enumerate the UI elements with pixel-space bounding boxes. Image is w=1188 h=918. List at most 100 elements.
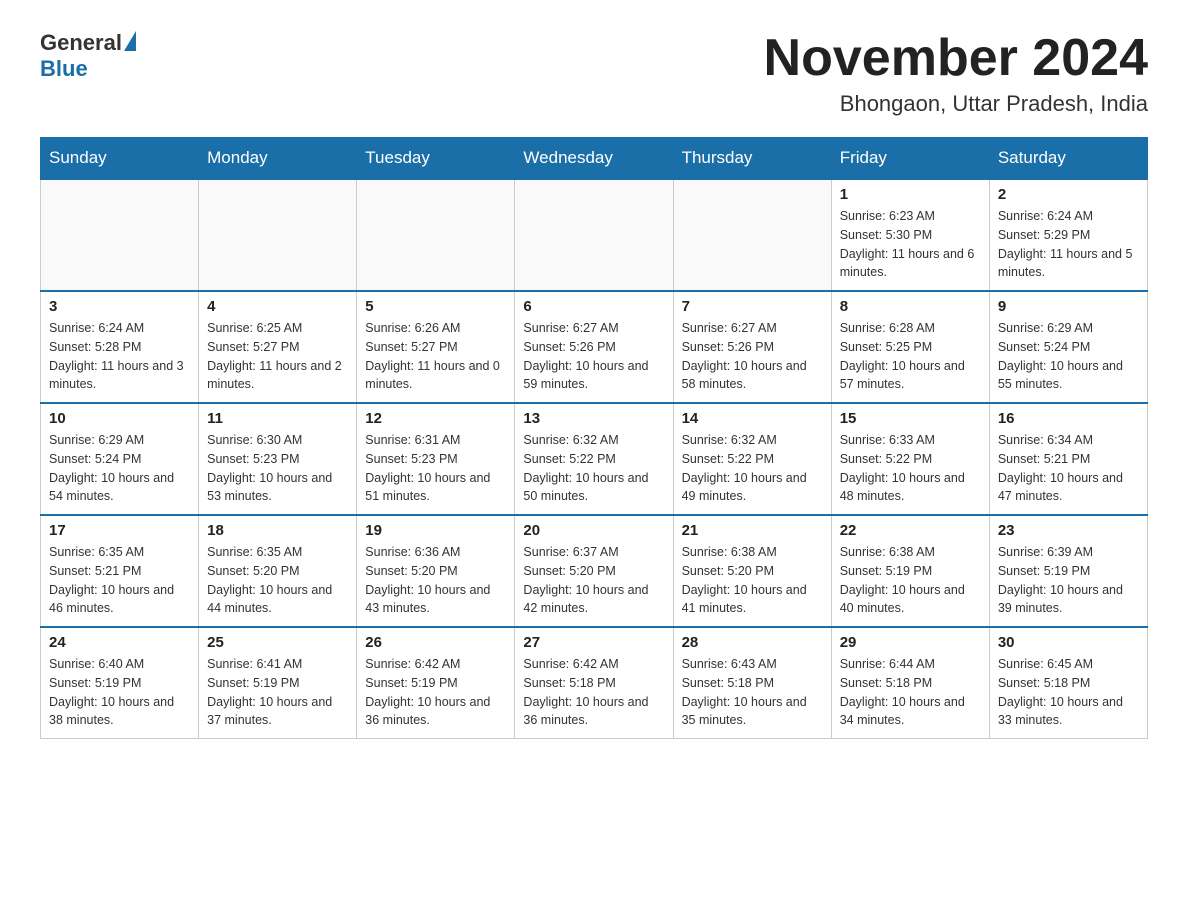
calendar-cell: 22 Sunrise: 6:38 AMSunset: 5:19 PMDayligh… (831, 515, 989, 627)
day-info: Sunrise: 6:24 AMSunset: 5:29 PMDaylight:… (998, 207, 1139, 282)
calendar-cell: 28 Sunrise: 6:43 AMSunset: 5:18 PMDayligh… (673, 627, 831, 739)
calendar-cell: 15 Sunrise: 6:33 AMSunset: 5:22 PMDayligh… (831, 403, 989, 515)
weekday-header-saturday: Saturday (989, 138, 1147, 180)
week-row-2: 3 Sunrise: 6:24 AMSunset: 5:28 PMDaylight… (41, 291, 1148, 403)
week-row-3: 10 Sunrise: 6:29 AMSunset: 5:24 PMDayligh… (41, 403, 1148, 515)
day-number: 21 (682, 522, 823, 539)
calendar-table: SundayMondayTuesdayWednesdayThursdayFrid… (40, 137, 1148, 739)
day-number: 27 (523, 634, 664, 651)
day-number: 6 (523, 298, 664, 315)
logo: General Blue (40, 30, 136, 82)
day-info: Sunrise: 6:35 AMSunset: 5:20 PMDaylight:… (207, 543, 348, 618)
day-number: 29 (840, 634, 981, 651)
month-title: November 2024 (764, 30, 1148, 87)
day-number: 4 (207, 298, 348, 315)
calendar-cell: 5 Sunrise: 6:26 AMSunset: 5:27 PMDaylight… (357, 291, 515, 403)
calendar-cell (515, 179, 673, 291)
day-info: Sunrise: 6:32 AMSunset: 5:22 PMDaylight:… (682, 431, 823, 506)
day-number: 19 (365, 522, 506, 539)
calendar-cell: 9Sunrise: 6:29 AMSunset: 5:24 PMDaylight… (989, 291, 1147, 403)
day-info: Sunrise: 6:45 AMSunset: 5:18 PMDaylight:… (998, 655, 1139, 730)
day-info: Sunrise: 6:34 AMSunset: 5:21 PMDaylight:… (998, 431, 1139, 506)
calendar-cell (357, 179, 515, 291)
calendar-cell: 29 Sunrise: 6:44 AMSunset: 5:18 PMDayligh… (831, 627, 989, 739)
day-info: Sunrise: 6:39 AMSunset: 5:19 PMDaylight:… (998, 543, 1139, 618)
weekday-header-wednesday: Wednesday (515, 138, 673, 180)
calendar-cell: 11 Sunrise: 6:30 AMSunset: 5:23 PMDayligh… (199, 403, 357, 515)
day-number: 15 (840, 410, 981, 427)
day-info: Sunrise: 6:42 AMSunset: 5:18 PMDaylight:… (523, 655, 664, 730)
calendar-cell (199, 179, 357, 291)
calendar-cell: 23 Sunrise: 6:39 AMSunset: 5:19 PMDayligh… (989, 515, 1147, 627)
calendar-cell: 25 Sunrise: 6:41 AMSunset: 5:19 PMDayligh… (199, 627, 357, 739)
calendar-cell: 21 Sunrise: 6:38 AMSunset: 5:20 PMDayligh… (673, 515, 831, 627)
day-info: Sunrise: 6:40 AMSunset: 5:19 PMDaylight:… (49, 655, 190, 730)
day-info: Sunrise: 6:44 AMSunset: 5:18 PMDaylight:… (840, 655, 981, 730)
calendar-cell: 19 Sunrise: 6:36 AMSunset: 5:20 PMDayligh… (357, 515, 515, 627)
day-info: Sunrise: 6:27 AMSunset: 5:26 PMDaylight:… (523, 319, 664, 394)
day-number: 24 (49, 634, 190, 651)
day-number: 12 (365, 410, 506, 427)
calendar-cell: 24 Sunrise: 6:40 AMSunset: 5:19 PMDayligh… (41, 627, 199, 739)
day-number: 11 (207, 410, 348, 427)
day-number: 2 (998, 186, 1139, 203)
week-row-5: 24 Sunrise: 6:40 AMSunset: 5:19 PMDayligh… (41, 627, 1148, 739)
day-info: Sunrise: 6:37 AMSunset: 5:20 PMDaylight:… (523, 543, 664, 618)
title-section: November 2024 Bhongaon, Uttar Pradesh, I… (764, 30, 1148, 117)
day-number: 13 (523, 410, 664, 427)
day-info: Sunrise: 6:33 AMSunset: 5:22 PMDaylight:… (840, 431, 981, 506)
weekday-header-tuesday: Tuesday (357, 138, 515, 180)
day-info: Sunrise: 6:31 AMSunset: 5:23 PMDaylight:… (365, 431, 506, 506)
calendar-cell: 8Sunrise: 6:28 AMSunset: 5:25 PMDaylight… (831, 291, 989, 403)
day-number: 22 (840, 522, 981, 539)
calendar-cell: 7 Sunrise: 6:27 AMSunset: 5:26 PMDaylight… (673, 291, 831, 403)
calendar-cell: 14Sunrise: 6:32 AMSunset: 5:22 PMDayligh… (673, 403, 831, 515)
day-info: Sunrise: 6:38 AMSunset: 5:20 PMDaylight:… (682, 543, 823, 618)
logo-general-text: General (40, 30, 122, 56)
day-info: Sunrise: 6:43 AMSunset: 5:18 PMDaylight:… (682, 655, 823, 730)
calendar-cell: 16 Sunrise: 6:34 AMSunset: 5:21 PMDayligh… (989, 403, 1147, 515)
calendar-cell: 17Sunrise: 6:35 AMSunset: 5:21 PMDayligh… (41, 515, 199, 627)
day-info: Sunrise: 6:30 AMSunset: 5:23 PMDaylight:… (207, 431, 348, 506)
weekday-header-sunday: Sunday (41, 138, 199, 180)
day-number: 30 (998, 634, 1139, 651)
day-info: Sunrise: 6:29 AMSunset: 5:24 PMDaylight:… (49, 431, 190, 506)
day-number: 7 (682, 298, 823, 315)
calendar-cell: 18 Sunrise: 6:35 AMSunset: 5:20 PMDayligh… (199, 515, 357, 627)
calendar-header-row: SundayMondayTuesdayWednesdayThursdayFrid… (41, 138, 1148, 180)
day-info: Sunrise: 6:32 AMSunset: 5:22 PMDaylight:… (523, 431, 664, 506)
calendar-cell: 13 Sunrise: 6:32 AMSunset: 5:22 PMDayligh… (515, 403, 673, 515)
logo-triangle-icon (124, 31, 136, 51)
day-info: Sunrise: 6:26 AMSunset: 5:27 PMDaylight:… (365, 319, 506, 394)
calendar-cell: 4Sunrise: 6:25 AMSunset: 5:27 PMDaylight… (199, 291, 357, 403)
calendar-cell: 30 Sunrise: 6:45 AMSunset: 5:18 PMDayligh… (989, 627, 1147, 739)
day-number: 5 (365, 298, 506, 315)
day-info: Sunrise: 6:27 AMSunset: 5:26 PMDaylight:… (682, 319, 823, 394)
calendar-cell: 27 Sunrise: 6:42 AMSunset: 5:18 PMDayligh… (515, 627, 673, 739)
calendar-cell (41, 179, 199, 291)
day-number: 10 (49, 410, 190, 427)
day-info: Sunrise: 6:36 AMSunset: 5:20 PMDaylight:… (365, 543, 506, 618)
day-number: 28 (682, 634, 823, 651)
weekday-header-thursday: Thursday (673, 138, 831, 180)
logo-blue-text: Blue (40, 56, 88, 82)
day-number: 16 (998, 410, 1139, 427)
calendar-cell: 1Sunrise: 6:23 AMSunset: 5:30 PMDaylight… (831, 179, 989, 291)
calendar-cell: 2 Sunrise: 6:24 AMSunset: 5:29 PMDaylight… (989, 179, 1147, 291)
day-info: Sunrise: 6:41 AMSunset: 5:19 PMDaylight:… (207, 655, 348, 730)
day-info: Sunrise: 6:42 AMSunset: 5:19 PMDaylight:… (365, 655, 506, 730)
day-number: 23 (998, 522, 1139, 539)
day-info: Sunrise: 6:38 AMSunset: 5:19 PMDaylight:… (840, 543, 981, 618)
day-info: Sunrise: 6:29 AMSunset: 5:24 PMDaylight:… (998, 319, 1139, 394)
calendar-cell: 10 Sunrise: 6:29 AMSunset: 5:24 PMDayligh… (41, 403, 199, 515)
day-number: 18 (207, 522, 348, 539)
week-row-4: 17Sunrise: 6:35 AMSunset: 5:21 PMDayligh… (41, 515, 1148, 627)
day-number: 20 (523, 522, 664, 539)
day-number: 3 (49, 298, 190, 315)
day-number: 17 (49, 522, 190, 539)
calendar-cell: 20 Sunrise: 6:37 AMSunset: 5:20 PMDayligh… (515, 515, 673, 627)
day-info: Sunrise: 6:24 AMSunset: 5:28 PMDaylight:… (49, 319, 190, 394)
day-info: Sunrise: 6:23 AMSunset: 5:30 PMDaylight:… (840, 207, 981, 282)
calendar-cell: 26Sunrise: 6:42 AMSunset: 5:19 PMDayligh… (357, 627, 515, 739)
day-number: 25 (207, 634, 348, 651)
